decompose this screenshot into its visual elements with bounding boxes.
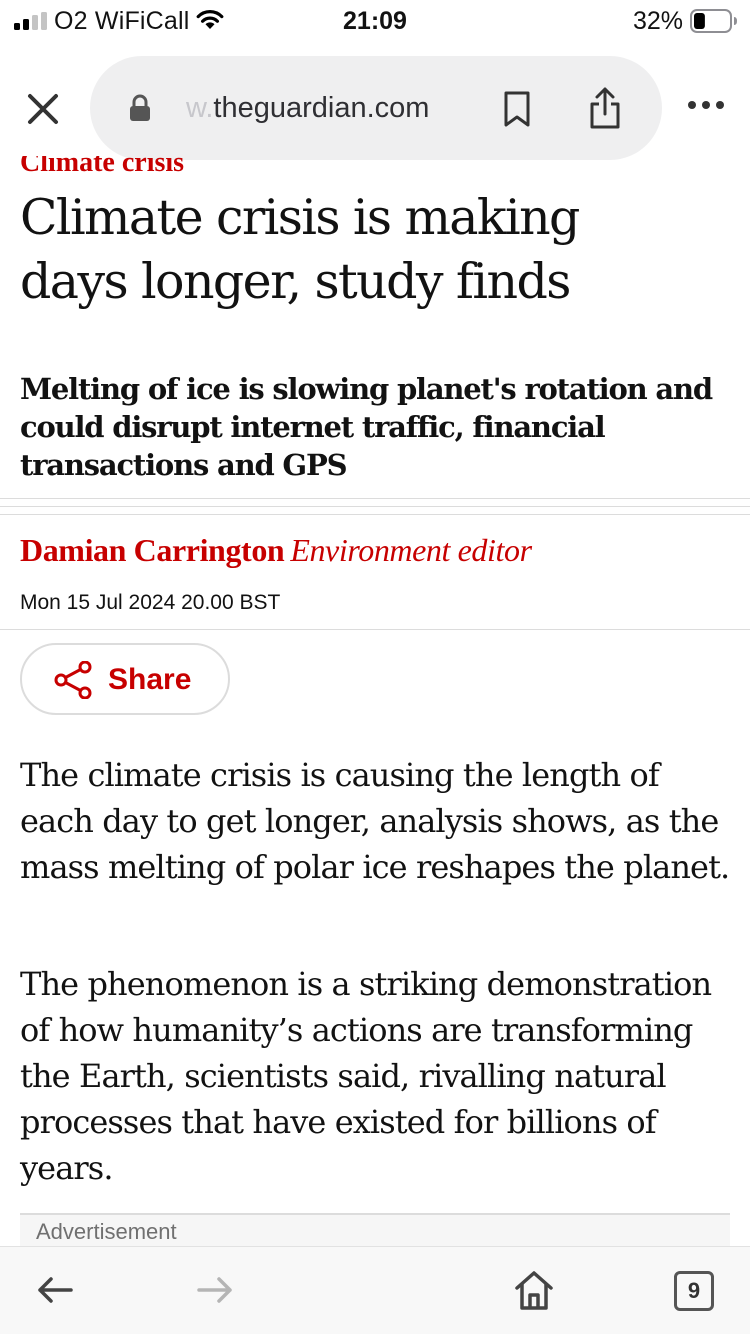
- paragraph-1: The climate crisis is causing the length…: [20, 756, 730, 886]
- share-page-icon[interactable]: [588, 86, 622, 130]
- browser-toolbar: w.theguardian.com: [0, 50, 750, 166]
- bookmark-icon[interactable]: [502, 90, 532, 128]
- paragraph-2: The phenomenon is a striking demonstrati…: [20, 965, 712, 1187]
- more-icon[interactable]: [686, 98, 726, 112]
- headline-line-2: days longer, study finds: [20, 253, 571, 310]
- url-text: w.theguardian.com: [186, 90, 429, 126]
- address-bar[interactable]: w.theguardian.com: [90, 56, 662, 160]
- home-icon[interactable]: [514, 1269, 554, 1311]
- dateline: Mon 15 Jul 2024 20.00 BST: [20, 591, 281, 614]
- author-link[interactable]: Damian Carrington: [20, 532, 285, 568]
- standfirst: Melting of ice is slowing planet's rotat…: [20, 372, 713, 482]
- close-icon[interactable]: [22, 88, 64, 130]
- author-role: Environment editor: [290, 532, 532, 568]
- lock-icon: [130, 94, 150, 121]
- share-button[interactable]: Share: [20, 643, 230, 715]
- tabs-count: 9: [687, 1278, 701, 1303]
- tabs-icon[interactable]: 9: [674, 1271, 714, 1311]
- url-domain: theguardian.com: [213, 92, 430, 124]
- browser-bottom-toolbar: 9: [0, 1246, 750, 1334]
- url-fade: w.: [186, 92, 214, 124]
- section-kicker[interactable]: Climate crisis: [20, 156, 320, 180]
- divider-rules: [0, 498, 750, 524]
- share-label: Share: [108, 663, 192, 696]
- battery-percent: 32%: [633, 7, 684, 35]
- status-bar: O2 WiFiCall 21:09 32%: [0, 0, 750, 44]
- headline-line-1: Climate crisis is making: [20, 189, 580, 246]
- advertisement-slot: Advertisement: [20, 1213, 730, 1246]
- byline: Damian Carrington Environment editor: [20, 530, 532, 570]
- share-icon: [54, 661, 92, 699]
- forward-icon[interactable]: [196, 1275, 234, 1305]
- headline: Climate crisis is making days longer, st…: [20, 186, 720, 314]
- divider: [0, 629, 750, 630]
- battery-icon: [690, 9, 737, 33]
- back-icon[interactable]: [36, 1275, 74, 1305]
- advertisement-label: Advertisement: [36, 1219, 177, 1244]
